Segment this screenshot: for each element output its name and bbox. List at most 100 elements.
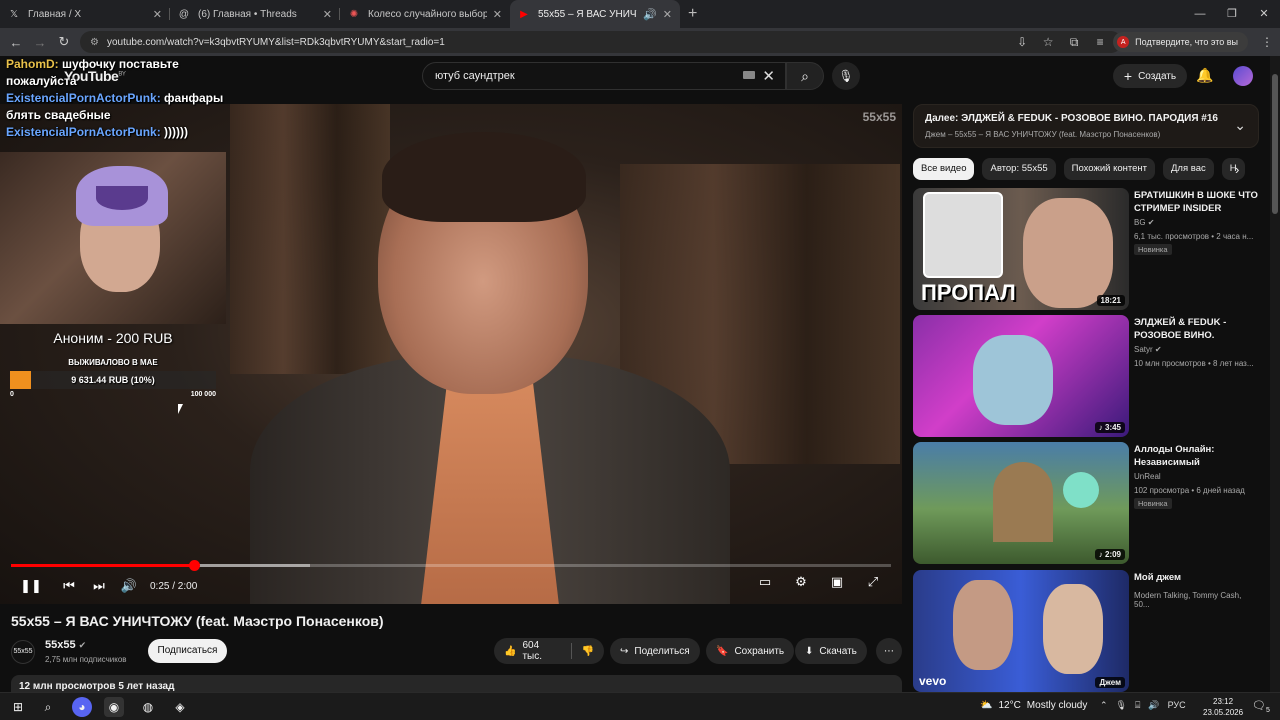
share-button[interactable]: ↪ Поделиться [610, 638, 700, 664]
download-button[interactable]: ⬇ Скачать [795, 638, 867, 664]
recommendation-item[interactable]: ПРОПАЛ 18:21 БРАТИШКИН В ШОКЕ ЧТО СТРИМЕ… [913, 188, 1259, 310]
reading-list-icon[interactable]: ≡ [1087, 35, 1113, 49]
keyboard-icon[interactable] [743, 71, 755, 79]
system-clock[interactable]: 23:12 23.05.2026 [1203, 696, 1243, 718]
more-actions-button[interactable]: ⋯ [876, 638, 902, 664]
back-icon[interactable]: ← [4, 35, 28, 50]
weather-widget[interactable]: ⛅ 12°C Mostly cloudy [980, 700, 1087, 711]
scrubber-handle[interactable] [189, 560, 201, 571]
tab-x[interactable]: 𝕏 Главная / X ✕ [0, 0, 170, 28]
new-tab-button[interactable]: + [688, 5, 697, 23]
chrome-icon[interactable]: ◉ [104, 697, 124, 717]
close-tab-icon[interactable]: ✕ [323, 8, 332, 21]
cloud-sun-icon: ⛅ [980, 700, 993, 711]
recommendation-thumbnail[interactable]: ♪ 3:45 [913, 315, 1129, 437]
tab-threads[interactable]: @ (6) Главная • Threads ✕ [170, 0, 340, 28]
pause-icon[interactable]: ❚❚ [16, 578, 46, 594]
account-avatar[interactable] [1233, 66, 1253, 86]
chat-nick: PahomD: [6, 57, 59, 71]
close-tab-icon[interactable]: ✕ [493, 8, 502, 21]
settings-gear-icon[interactable]: ⚙ [786, 574, 816, 590]
next-icon[interactable]: ⏭ [84, 578, 114, 594]
duration-badge: Джем [1095, 677, 1125, 688]
language-indicator[interactable]: РУС [1168, 700, 1186, 711]
duration-badge: 18:21 [1096, 295, 1125, 306]
channel-avatar[interactable]: 55x55 [11, 640, 35, 664]
theater-mode-icon[interactable]: ▣ [822, 574, 852, 590]
volume-icon[interactable]: 🔊 [114, 578, 144, 594]
bookmark-star-icon[interactable]: ☆ [1035, 35, 1061, 49]
video-title: 55x55 – Я ВАС УНИЧТОЖУ (feat. Маэстро По… [11, 613, 384, 629]
channel-name[interactable]: 55x55 ✔ [45, 639, 86, 651]
notification-center-icon[interactable]: 🗨5 [1252, 699, 1270, 714]
recommendation-thumbnail[interactable]: ♪ 2:09 [913, 442, 1129, 564]
minimize-button[interactable]: — [1184, 0, 1216, 28]
steam-icon[interactable]: ◈ [170, 697, 190, 717]
chevron-up-icon[interactable]: ⌃ [1100, 700, 1108, 711]
restore-button[interactable]: ❐ [1216, 0, 1248, 28]
recommendation-item[interactable]: ♪ 3:45 ЭЛДЖЕЙ & FEDUK - РОЗОВОЕ ВИНО. ПА… [913, 315, 1259, 437]
profile-verify-button[interactable]: A Подтвердите, что это вы [1113, 32, 1248, 52]
close-tab-icon[interactable]: ✕ [153, 8, 162, 21]
close-window-button[interactable]: ✕ [1248, 0, 1280, 28]
create-button[interactable]: + Создать [1113, 64, 1187, 88]
audio-icon[interactable]: 🔊 [643, 8, 657, 21]
tab-wheel[interactable]: ✺ Колесо случайного выбора – ✕ [340, 0, 510, 28]
system-tray: ⌃ 🎙 ⌸ 🔊 РУС [1100, 700, 1186, 711]
more-horiz-icon: ⋯ [884, 645, 894, 657]
search-icon[interactable]: ⌕ [38, 697, 58, 717]
reload-icon[interactable]: ↻ [52, 34, 76, 50]
video-progress-bar[interactable] [11, 560, 891, 571]
menu-icon[interactable]: ⋮ [1254, 35, 1280, 49]
dislike-icon[interactable]: 👎 [582, 646, 594, 657]
install-icon[interactable]: ⇩ [1009, 35, 1035, 49]
chevron-right-icon[interactable]: › [1235, 162, 1239, 177]
windows-start-icon[interactable]: ⊞ [8, 697, 28, 717]
site-info-icon[interactable]: ⚙ [90, 37, 99, 48]
recommendation-thumbnail[interactable]: ПРОПАЛ 18:21 [913, 188, 1129, 310]
microphone-icon[interactable]: 🎙 [1116, 700, 1127, 711]
chip-all[interactable]: Все видео [913, 158, 975, 180]
video-player[interactable]: 55x55 Аноним - 200 RUB ВЫЖИВАЛОВО В МАЕ … [0, 104, 902, 604]
extensions-icon[interactable]: ⧉ [1061, 35, 1087, 50]
notifications-bell-icon[interactable]: 🔔 [1196, 67, 1213, 84]
subtitles-icon[interactable]: ▭ [750, 574, 780, 590]
chip-related[interactable]: Похожий контент [1063, 158, 1155, 180]
network-icon[interactable]: ⌸ [1135, 700, 1140, 711]
search-button[interactable]: ⌕ [786, 62, 824, 90]
chip-author[interactable]: Автор: 55x55 [982, 158, 1056, 180]
search-input[interactable]: ютуб саундтрек ✕ [422, 62, 786, 90]
chip-for-you[interactable]: Для вас [1163, 158, 1214, 180]
voice-search-button[interactable]: 🎙 [832, 62, 860, 90]
recommendation-item[interactable]: vevo Джем Мой джем Modern Talking, Tommy… [913, 570, 1259, 692]
like-icon[interactable]: 👍 [504, 646, 516, 657]
close-tab-icon[interactable]: ✕ [663, 8, 672, 21]
recommendation-title[interactable]: Мой джем [1134, 571, 1258, 584]
chevron-down-icon[interactable]: ⌄ [1234, 117, 1246, 134]
save-button[interactable]: 🔖 Сохранить [706, 638, 795, 664]
page-scrollbar[interactable] [1270, 56, 1280, 692]
recommendation-title[interactable]: БРАТИШКИН В ШОКЕ ЧТО СТРИМЕР INSIDER ПРО… [1134, 189, 1258, 216]
verified-icon: ✔ [78, 640, 87, 650]
subscribe-button[interactable]: Подписаться [148, 639, 227, 663]
obs-icon[interactable]: ◍ [138, 697, 158, 717]
recommendation-thumbnail[interactable]: vevo Джем [913, 570, 1129, 692]
discord-icon[interactable]: ◕ [72, 697, 92, 717]
player-controls: ❚❚ ⏮ ⏭ 🔊 0:25 / 2:00 ▭ ⚙ ▣ ⤢ [0, 574, 902, 598]
fullscreen-icon[interactable]: ⤢ [858, 574, 888, 590]
previous-icon[interactable]: ⏮ [54, 578, 84, 594]
recommendation-item[interactable]: ♪ 2:09 Аллоды Онлайн: Независимый межраз… [913, 442, 1259, 564]
scrollbar-thumb[interactable] [1272, 74, 1278, 214]
chip-more[interactable]: Н [1221, 158, 1245, 180]
up-next-panel[interactable]: Далее: ЭЛДЖЕЙ & FEDUK - РОЗОВОЕ ВИНО. ПА… [913, 104, 1259, 148]
recommendation-title[interactable]: ЭЛДЖЕЙ & FEDUK - РОЗОВОЕ ВИНО. ПАРОДИ... [1134, 316, 1258, 343]
tab-youtube[interactable]: ▶ 55x55 – Я ВАС УНИЧТОЖ 🔊 ✕ [510, 0, 680, 28]
recommendation-title[interactable]: Аллоды Онлайн: Независимый межразовы... [1134, 443, 1258, 470]
forward-icon[interactable]: → [28, 35, 52, 50]
chat-text: )))))) [160, 125, 189, 139]
clear-search-icon[interactable]: ✕ [762, 67, 775, 85]
recommendation-views: 10 млн просмотров • 8 лет наз... [1134, 359, 1254, 368]
url-bar[interactable]: ⚙ youtube.com/watch?v=k3qbvtRYUMY&list=R… [80, 31, 1122, 53]
like-count[interactable]: 604 тыс. [522, 640, 560, 662]
volume-icon[interactable]: 🔊 [1148, 700, 1159, 711]
